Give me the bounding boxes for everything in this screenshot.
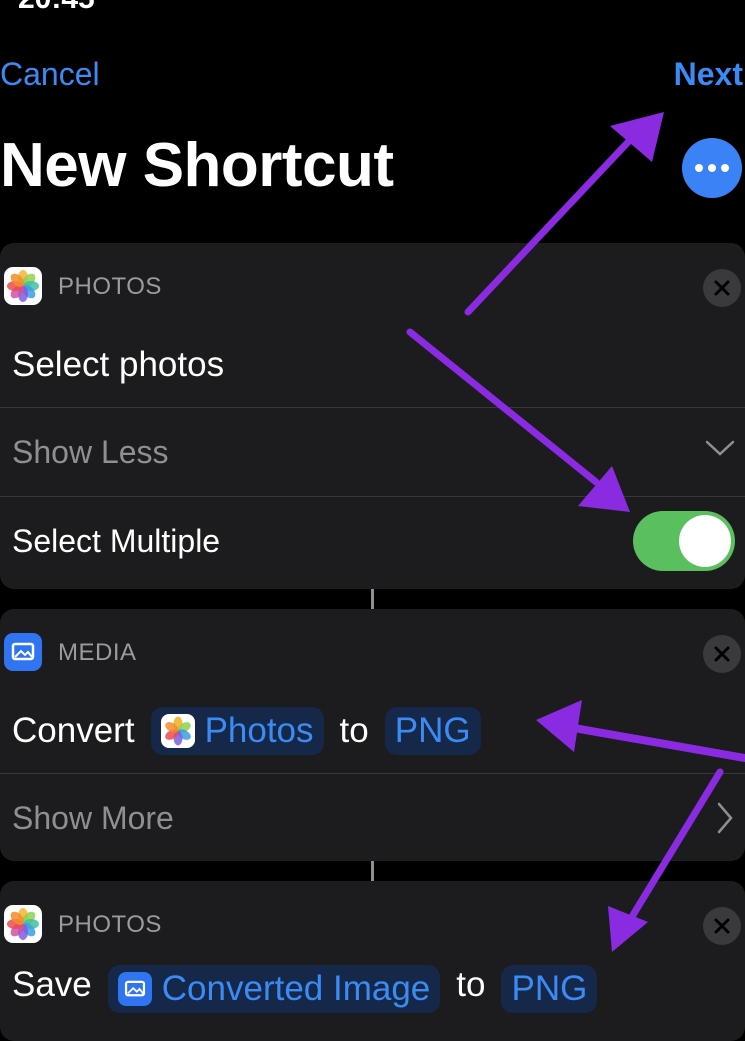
chevron-down-icon bbox=[705, 440, 735, 456]
media-icon bbox=[117, 972, 152, 1006]
action-connector bbox=[371, 589, 374, 609]
input-variable-token[interactable]: Converted Image bbox=[107, 965, 441, 1013]
status-icons bbox=[611, 0, 731, 4]
action-title: Select photos bbox=[0, 323, 745, 407]
photos-icon bbox=[4, 905, 42, 943]
card-category-label: PHOTOS bbox=[58, 911, 162, 938]
show-more-row[interactable]: Show More bbox=[0, 773, 745, 861]
more-dot bbox=[708, 164, 716, 172]
photos-icon bbox=[160, 714, 195, 748]
close-icon bbox=[714, 280, 730, 296]
chevron-right-icon bbox=[717, 802, 733, 834]
action-card-select-photos: PHOTOS Select photos Show Less Select Mu… bbox=[0, 243, 745, 589]
card-category-label: MEDIA bbox=[58, 639, 137, 666]
remove-action-button[interactable] bbox=[703, 635, 741, 673]
card-header: PHOTOS bbox=[0, 881, 745, 961]
status-bar: 20:45 bbox=[0, 0, 745, 15]
status-time: 20:45 bbox=[18, 0, 95, 16]
input-variable-token[interactable]: Photos bbox=[150, 707, 324, 755]
more-options-button[interactable] bbox=[682, 138, 742, 198]
media-icon bbox=[4, 633, 42, 671]
show-more-label: Show More bbox=[12, 799, 174, 836]
format-token[interactable]: PNG bbox=[384, 707, 481, 755]
more-dot bbox=[695, 164, 703, 172]
page-title: New Shortcut bbox=[0, 131, 394, 200]
action-title: Convert Photos to PNG bbox=[0, 689, 745, 773]
show-less-row[interactable]: Show Less bbox=[0, 407, 745, 496]
photos-icon bbox=[4, 267, 42, 305]
action-connector-word: to bbox=[456, 965, 486, 1004]
action-card-save: PHOTOS Save Converted Image to PNG bbox=[0, 881, 745, 1041]
select-multiple-toggle[interactable] bbox=[633, 511, 735, 571]
input-token-label: Photos bbox=[204, 711, 314, 750]
next-button[interactable]: Next bbox=[674, 56, 743, 93]
action-card-convert: MEDIA Convert Photos to PNG Show More bbox=[0, 609, 745, 861]
action-verb: Convert bbox=[12, 711, 135, 750]
more-dot bbox=[721, 164, 729, 172]
remove-action-button[interactable] bbox=[703, 269, 741, 307]
input-token-label: Converted Image bbox=[161, 969, 431, 1008]
cancel-button[interactable]: Cancel bbox=[0, 56, 100, 93]
close-icon bbox=[714, 918, 730, 934]
format-token[interactable]: PNG bbox=[501, 965, 598, 1013]
select-multiple-row: Select Multiple bbox=[0, 496, 745, 585]
show-less-label: Show Less bbox=[12, 433, 169, 470]
card-category-label: PHOTOS bbox=[58, 273, 162, 300]
close-icon bbox=[714, 646, 730, 662]
action-verb: Save bbox=[12, 965, 92, 1004]
action-title: Save Converted Image to PNG bbox=[0, 961, 745, 1033]
toggle-knob bbox=[679, 515, 731, 567]
action-connector-word: to bbox=[339, 711, 369, 750]
select-multiple-label: Select Multiple bbox=[12, 522, 221, 559]
action-title-text: Select photos bbox=[12, 345, 225, 384]
card-header: PHOTOS bbox=[0, 243, 745, 323]
card-header: MEDIA bbox=[0, 609, 745, 689]
remove-action-button[interactable] bbox=[703, 907, 741, 945]
action-connector bbox=[371, 861, 374, 881]
